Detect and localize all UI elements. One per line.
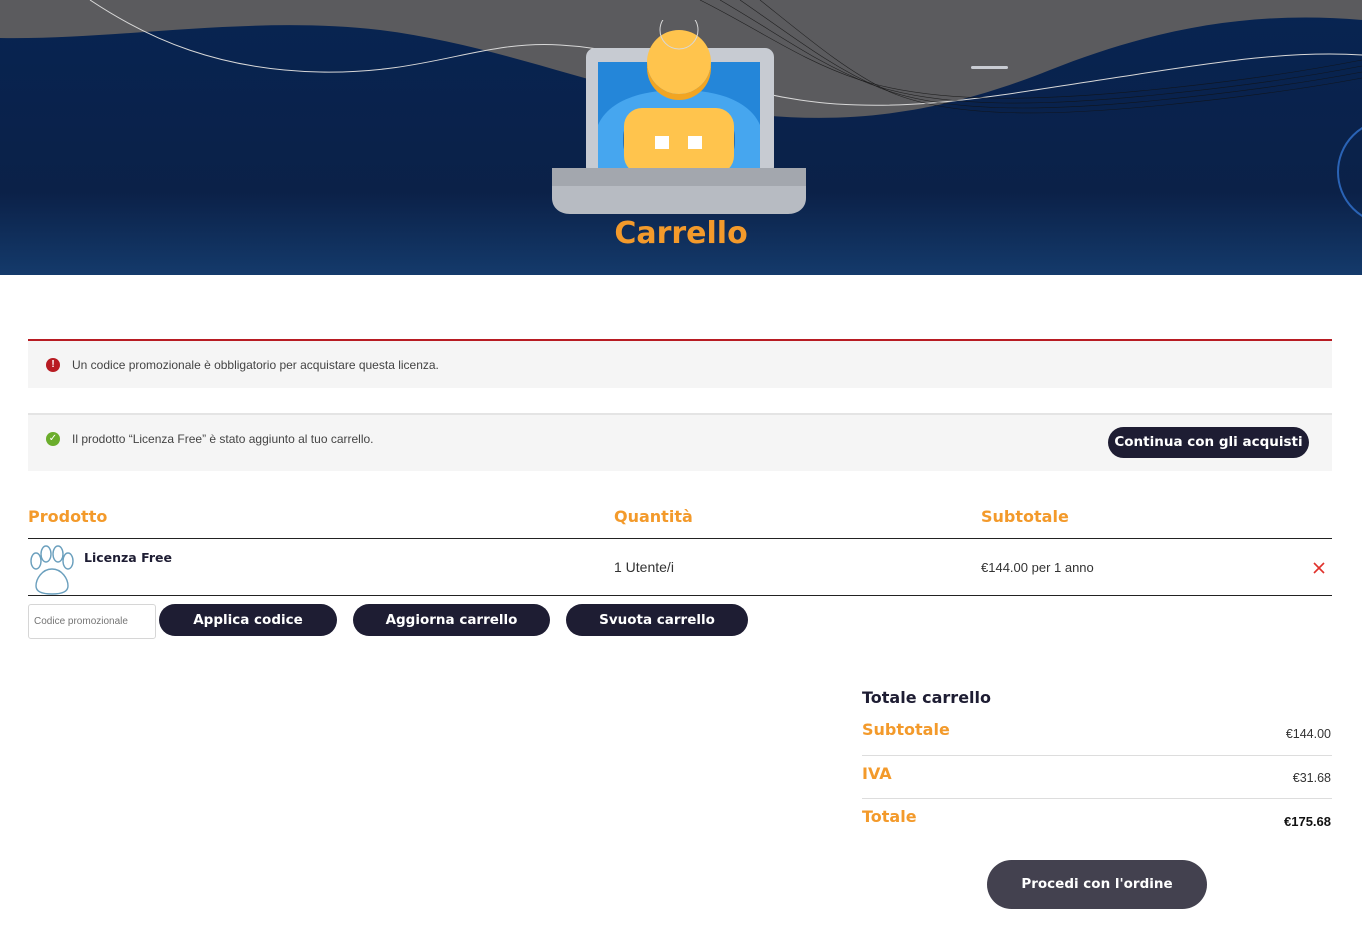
totals-subtotal-label: Subtotale: [862, 720, 950, 739]
totals-divider: [862, 798, 1332, 799]
error-circle-icon: !: [46, 358, 60, 372]
totals-vat-label: IVA: [862, 764, 892, 783]
column-header-subtotal: Subtotale: [981, 507, 1069, 526]
quantity-value: 1 Utente/i: [614, 559, 674, 575]
cart-totals-title: Totale carrello: [862, 688, 992, 707]
checkout-button[interactable]: Procedi con l'ordine: [987, 860, 1207, 909]
totals-divider: [862, 755, 1332, 756]
paw-icon[interactable]: [28, 545, 76, 595]
totals-subtotal-value: €144.00: [1285, 727, 1331, 741]
page-title: Carrello: [614, 216, 748, 251]
success-notice-message: Il prodotto “Licenza Free” è stato aggiu…: [72, 432, 374, 446]
menu-toggle[interactable]: [971, 66, 1008, 69]
update-cart-button[interactable]: Aggiorna carrello: [353, 604, 550, 636]
table-header-divider: [28, 538, 1332, 539]
table-row-divider: [28, 595, 1332, 596]
remove-icon[interactable]: [1312, 561, 1326, 575]
error-notice-message: Un codice promozionale è obbligatorio pe…: [72, 358, 439, 372]
coupon-input[interactable]: [28, 604, 156, 639]
row-subtotal: €144.00 per 1 anno: [981, 560, 1094, 575]
continue-shopping-button[interactable]: Continua con gli acquisti: [1108, 427, 1309, 458]
totals-vat-value: €31.68: [1292, 771, 1331, 785]
product-name-link[interactable]: Licenza Free: [84, 550, 172, 565]
apply-coupon-button[interactable]: Applica codice: [159, 604, 337, 636]
hero-banner: Carrello: [0, 0, 1362, 275]
check-circle-icon: ✓: [46, 432, 60, 446]
totals-total-label: Totale: [862, 807, 917, 826]
column-header-product: Prodotto: [28, 507, 108, 526]
laptop-user-icon: [552, 20, 806, 214]
totals-total-value: €175.68: [1284, 814, 1331, 829]
success-notice: ✓ Il prodotto “Licenza Free” è stato agg…: [28, 413, 1332, 471]
error-notice: ! Un codice promozionale è obbligatorio …: [28, 339, 1332, 388]
empty-cart-button[interactable]: Svuota carrello: [566, 604, 748, 636]
column-header-quantity: Quantità: [614, 507, 693, 526]
